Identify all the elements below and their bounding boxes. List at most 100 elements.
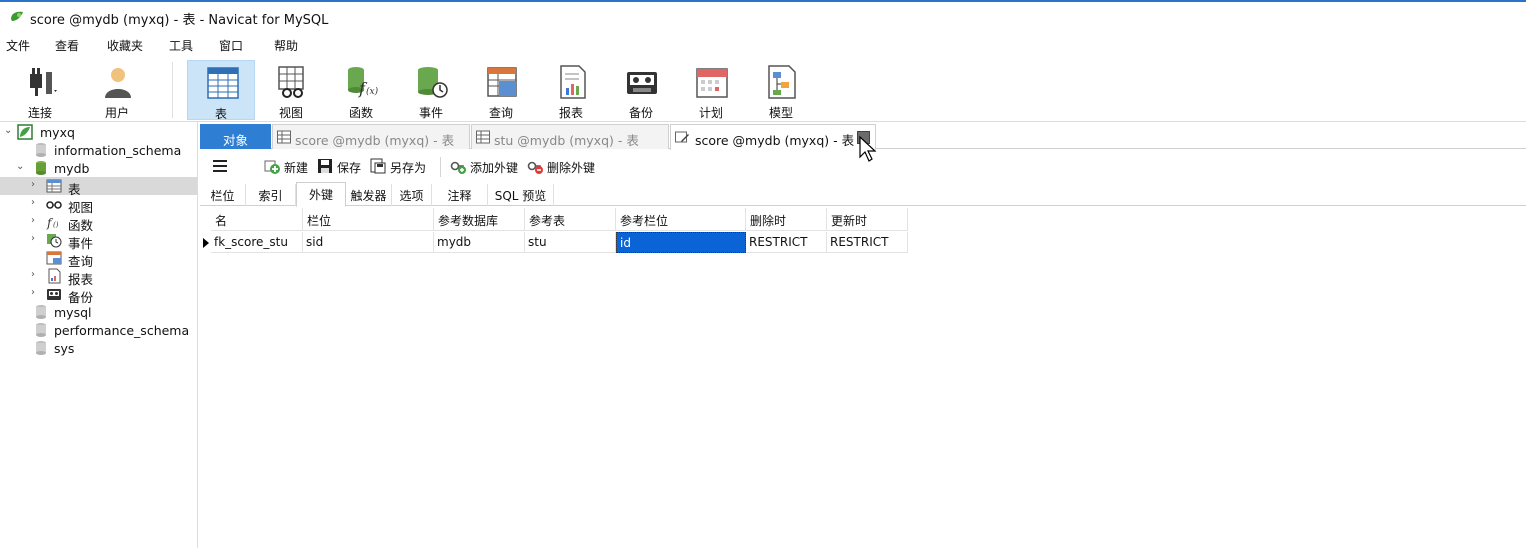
tree-item-functions[interactable]: › f () 函数 <box>0 213 197 233</box>
tree-item-queries[interactable]: 查询 <box>0 249 197 269</box>
chevron-right-icon[interactable]: › <box>31 179 35 190</box>
query-icon <box>46 251 62 265</box>
save-as-label: 另存为 <box>390 161 427 175</box>
column-header[interactable]: 参考表 <box>525 208 616 231</box>
tree-item-information-schema[interactable]: information_schema <box>0 141 197 159</box>
tree-item-views[interactable]: › 视图 <box>0 195 197 215</box>
column-header[interactable]: 删除时 <box>746 208 827 231</box>
chevron-right-icon[interactable]: › <box>31 197 35 208</box>
user-button[interactable]: 用户 <box>83 60 151 120</box>
tree-item-backups[interactable]: › 备份 <box>0 285 197 305</box>
database-icon <box>36 323 46 337</box>
plug-icon <box>30 68 57 96</box>
table-button[interactable]: 表 <box>187 60 255 121</box>
tab-score-table[interactable]: score @mydb (myxq) - 表 <box>272 124 470 149</box>
menu-help[interactable]: 帮助 <box>274 37 298 54</box>
chevron-right-icon[interactable]: › <box>31 287 35 298</box>
function-button[interactable]: f (x) 函数 <box>327 60 395 120</box>
report-button[interactable]: 报表 <box>537 60 605 120</box>
table-cell[interactable]: sid <box>303 232 434 253</box>
menu-bar: 文件 查看 收藏夹 工具 窗口 帮助 <box>0 34 1526 56</box>
model-button[interactable]: 模型 <box>747 60 815 120</box>
table-cell-selected[interactable]: id <box>616 232 746 253</box>
subtab-fields[interactable]: 栏位 <box>200 184 246 206</box>
subtab-label: 注释 <box>447 189 472 203</box>
tree-item-label: myxq <box>40 125 75 140</box>
view-icon <box>46 201 62 209</box>
toolbar-label: 事件 <box>418 106 443 120</box>
model-icon <box>768 65 796 99</box>
subtab-comments[interactable]: 注释 <box>432 184 488 206</box>
tree-item-sys[interactable]: sys <box>0 339 197 357</box>
tree-item-label: performance_schema <box>54 323 190 338</box>
tab-label: score @mydb (myxq) - 表 <box>695 133 855 148</box>
connection-tree: ⌄ myxq information_schema ⌄ mydb › 表 › 视… <box>0 122 198 548</box>
connect-button[interactable]: 连接 <box>6 60 74 120</box>
report-icon <box>48 268 61 284</box>
subtab-foreign-keys[interactable]: 外键 <box>296 182 346 207</box>
delete-key-icon <box>527 161 543 174</box>
user-icon <box>105 68 131 98</box>
menu-view[interactable]: 查看 <box>55 37 79 54</box>
backup-icon <box>627 72 657 94</box>
save-button[interactable]: 保存 <box>317 157 367 177</box>
edit-table-icon <box>675 131 689 143</box>
tab-score-design[interactable]: score @mydb (myxq) - 表 <box>670 124 876 150</box>
column-header[interactable]: 栏位 <box>303 208 434 231</box>
tree-item-label: mysql <box>54 305 92 320</box>
tab-stu-table[interactable]: stu @mydb (myxq) - 表 <box>471 124 669 149</box>
table-cell[interactable]: RESTRICT <box>746 232 827 253</box>
table-cell[interactable]: fk_score_stu <box>211 232 303 253</box>
subtab-options[interactable]: 选项 <box>392 184 432 206</box>
event-icon <box>418 67 448 98</box>
table-cell[interactable]: mydb <box>434 232 525 253</box>
design-subtabs: 栏位 索引 外键 触发器 选项 注释 SQL 预览 <box>200 182 1526 207</box>
new-button[interactable]: 新建 <box>264 157 314 177</box>
schedule-button[interactable]: 计划 <box>677 60 745 120</box>
toolbar-label: 查询 <box>488 106 513 120</box>
menu-file[interactable]: 文件 <box>6 37 30 54</box>
column-header[interactable]: 参考栏位 <box>616 208 746 231</box>
chevron-right-icon[interactable]: › <box>31 269 35 280</box>
delete-foreign-key-button[interactable]: 删除外键 <box>527 157 601 177</box>
add-foreign-key-button[interactable]: 添加外键 <box>450 157 524 177</box>
table-icon <box>277 130 291 144</box>
chevron-right-icon[interactable]: › <box>31 215 35 226</box>
function-icon: f (x) <box>348 67 379 98</box>
subtab-label: SQL 预览 <box>494 189 547 203</box>
view-button[interactable]: 视图 <box>257 60 325 120</box>
query-button[interactable]: 查询 <box>467 60 535 120</box>
chevron-down-icon[interactable]: ⌄ <box>16 161 24 172</box>
tab-objects[interactable]: 对象 <box>200 124 271 149</box>
tree-item-mysql[interactable]: mysql <box>0 303 197 321</box>
subtab-triggers[interactable]: 触发器 <box>346 184 392 206</box>
subtab-indexes[interactable]: 索引 <box>246 184 296 206</box>
table-cell[interactable]: stu <box>525 232 616 253</box>
title-bar: score @mydb (myxq) - 表 - Navicat for MyS… <box>0 0 1526 34</box>
chevron-right-icon[interactable]: › <box>31 233 35 244</box>
table-cell[interactable]: RESTRICT <box>827 232 908 253</box>
window-title: score @mydb (myxq) - 表 - Navicat for MyS… <box>30 13 329 28</box>
toolbar-label: 视图 <box>278 106 303 120</box>
tree-item-myxq[interactable]: ⌄ myxq <box>0 123 197 141</box>
tree-item-reports[interactable]: › 报表 <box>0 267 197 287</box>
column-header[interactable]: 名 <box>211 208 303 231</box>
tree-item-events[interactable]: › 事件 <box>0 231 197 251</box>
toolbar-label: 报表 <box>558 106 583 120</box>
column-header[interactable]: 参考数据库 <box>434 208 525 231</box>
hamburger-menu-button[interactable] <box>212 157 230 177</box>
navicat-logo-icon <box>11 11 23 21</box>
save-as-button[interactable]: 另存为 <box>370 157 432 177</box>
subtab-sql-preview[interactable]: SQL 预览 <box>488 184 554 206</box>
menu-tools[interactable]: 工具 <box>169 37 193 54</box>
tree-item-mydb[interactable]: ⌄ mydb <box>0 159 197 177</box>
subtab-label: 索引 <box>258 189 283 203</box>
chevron-down-icon[interactable]: ⌄ <box>4 125 12 136</box>
tree-item-performance-schema[interactable]: performance_schema <box>0 321 197 339</box>
menu-favorites[interactable]: 收藏夹 <box>107 37 143 54</box>
backup-button[interactable]: 备份 <box>607 60 675 120</box>
column-header[interactable]: 更新时 <box>827 208 908 231</box>
tree-item-tables[interactable]: › 表 <box>0 177 197 197</box>
event-button[interactable]: 事件 <box>397 60 465 120</box>
menu-window[interactable]: 窗口 <box>219 37 243 54</box>
